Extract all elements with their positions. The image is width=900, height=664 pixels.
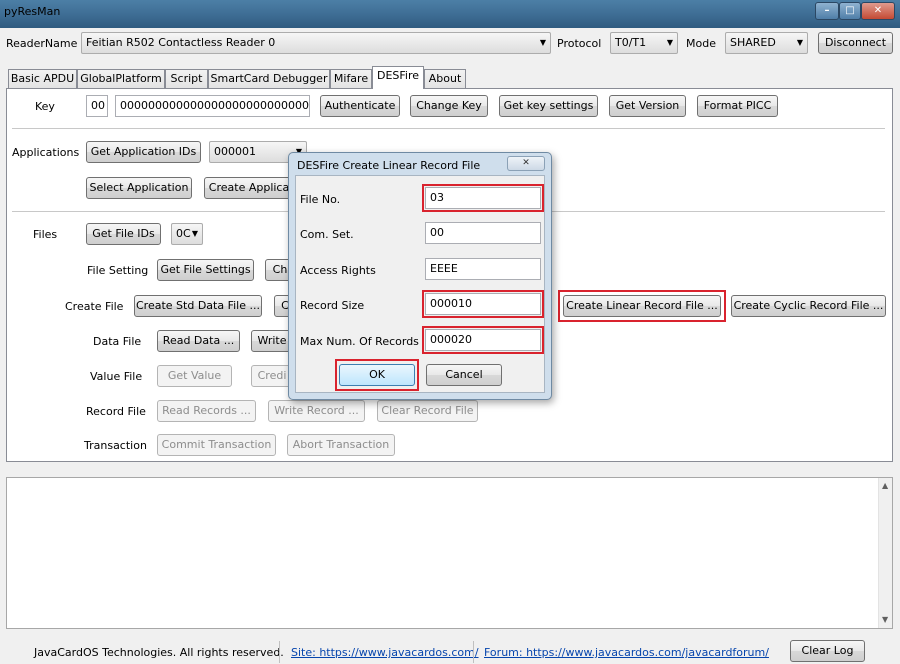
create-linear-record-file-dialog: DESFire Create Linear Record File ✕ File…	[288, 152, 552, 400]
commit-transaction-button[interactable]: Commit Transaction	[157, 434, 276, 456]
dialog-title: DESFire Create Linear Record File	[297, 159, 481, 172]
cancel-button[interactable]: Cancel	[426, 364, 502, 386]
value-file-label: Value File	[90, 370, 143, 383]
chevron-down-icon: ▼	[796, 38, 803, 47]
create-std-data-file-button[interactable]: Create Std Data File ...	[134, 295, 262, 317]
clear-log-button[interactable]: Clear Log	[790, 640, 865, 662]
tab-smartcard-debugger[interactable]: SmartCard Debugger	[208, 69, 330, 88]
window-title: pyResMan	[4, 5, 61, 18]
close-window-button[interactable]: ✕	[861, 2, 895, 20]
create-application-button[interactable]: Create Applica	[204, 177, 294, 199]
chevron-down-icon: ▼	[539, 38, 546, 47]
write-data-button[interactable]: Write	[251, 330, 293, 352]
read-data-button[interactable]: Read Data ...	[157, 330, 240, 352]
divider	[279, 641, 280, 663]
read-records-button[interactable]: Read Records ...	[157, 400, 256, 422]
record-file-label: Record File	[86, 405, 146, 418]
get-file-settings-button[interactable]: Get File Settings	[157, 259, 254, 281]
mode-select-value: SHARED	[730, 36, 776, 49]
tab-basic-apdu[interactable]: Basic APDU	[8, 69, 77, 88]
files-label: Files	[33, 228, 58, 241]
key-value-field[interactable]: 00000000000000000000000000000000	[115, 95, 310, 117]
access-rights-label: Access Rights	[300, 264, 376, 277]
max-num-records-field[interactable]: 000020	[425, 329, 541, 351]
disconnect-button[interactable]: Disconnect	[818, 32, 893, 54]
tab-about[interactable]: About	[424, 69, 466, 88]
protocol-label: Protocol	[557, 37, 602, 50]
abort-transaction-button[interactable]: Abort Transaction	[287, 434, 395, 456]
credit-button[interactable]: Credi	[251, 365, 293, 387]
applications-label: Applications	[12, 146, 80, 159]
transaction-label: Transaction	[84, 439, 147, 452]
key-number-field[interactable]: 00	[86, 95, 108, 117]
scroll-down-icon[interactable]: ▼	[882, 615, 888, 624]
get-application-ids-button[interactable]: Get Application IDs	[86, 141, 201, 163]
dialog-close-button[interactable]: ✕	[507, 156, 545, 171]
get-version-button[interactable]: Get Version	[609, 95, 686, 117]
clear-record-file-button[interactable]: Clear Record File	[377, 400, 478, 422]
title-bar: pyResMan – □ ✕	[0, 0, 900, 28]
file-id-value: 0C	[176, 227, 191, 240]
com-set-field[interactable]: 00	[425, 222, 541, 244]
access-rights-field[interactable]: EEEE	[425, 258, 541, 280]
create-file-label: Create File	[65, 300, 124, 313]
separator	[12, 128, 885, 129]
chevron-down-icon: ▼	[666, 38, 673, 47]
get-file-ids-button[interactable]: Get File IDs	[86, 223, 161, 245]
file-setting-label: File Setting	[87, 264, 149, 277]
authenticate-button[interactable]: Authenticate	[320, 95, 400, 117]
record-size-label: Record Size	[300, 299, 365, 312]
record-size-field[interactable]: 000010	[425, 293, 541, 315]
tab-globalplatform[interactable]: GlobalPlatform	[77, 69, 165, 88]
tab-mifare[interactable]: Mifare	[330, 69, 372, 88]
change-key-button[interactable]: Change Key	[410, 95, 488, 117]
log-output[interactable]	[6, 477, 893, 629]
reader-select[interactable]: Feitian R502 Contactless Reader 0 ▼	[81, 32, 551, 54]
copyright-text: JavaCardOS Technologies. All rights rese…	[34, 646, 284, 659]
select-application-button[interactable]: Select Application	[86, 177, 192, 199]
file-id-select[interactable]: 0C ▼	[171, 223, 203, 245]
reader-name-label: ReaderName	[6, 37, 78, 50]
file-no-field[interactable]: 03	[425, 187, 541, 209]
divider	[473, 641, 474, 663]
protocol-select-value: T0/T1	[615, 36, 647, 49]
tab-script[interactable]: Script	[165, 69, 208, 88]
mode-select[interactable]: SHARED ▼	[725, 32, 808, 54]
maximize-button[interactable]: □	[839, 2, 861, 20]
file-no-label: File No.	[300, 193, 341, 206]
data-file-label: Data File	[93, 335, 142, 348]
close-icon: ✕	[522, 158, 530, 168]
key-label: Key	[35, 100, 55, 113]
create-linear-record-file-button[interactable]: Create Linear Record File ...	[563, 295, 721, 317]
format-picc-button[interactable]: Format PICC	[697, 95, 778, 117]
site-link[interactable]: Site: https://www.javacardos.com/	[291, 646, 479, 660]
application-id-value: 000001	[214, 145, 256, 158]
create-cyclic-record-file-button[interactable]: Create Cyclic Record File ...	[731, 295, 886, 317]
com-set-label: Com. Set.	[300, 228, 354, 241]
log-scrollbar[interactable]: ▲ ▼	[878, 478, 892, 628]
write-record-button[interactable]: Write Record ...	[268, 400, 365, 422]
minimize-button[interactable]: –	[815, 2, 839, 20]
max-num-records-label: Max Num. Of Records	[300, 335, 419, 348]
mode-label: Mode	[686, 37, 716, 50]
reader-select-value: Feitian R502 Contactless Reader 0	[86, 36, 276, 49]
get-value-button[interactable]: Get Value	[157, 365, 232, 387]
get-key-settings-button[interactable]: Get key settings	[499, 95, 598, 117]
chevron-down-icon: ▼	[191, 229, 198, 238]
forum-link[interactable]: Forum: https://www.javacardos.com/javaca…	[484, 646, 769, 660]
protocol-select[interactable]: T0/T1 ▼	[610, 32, 678, 54]
ok-button[interactable]: OK	[339, 364, 415, 386]
tab-desfire[interactable]: DESFire	[372, 66, 424, 89]
scroll-up-icon[interactable]: ▲	[882, 481, 888, 490]
